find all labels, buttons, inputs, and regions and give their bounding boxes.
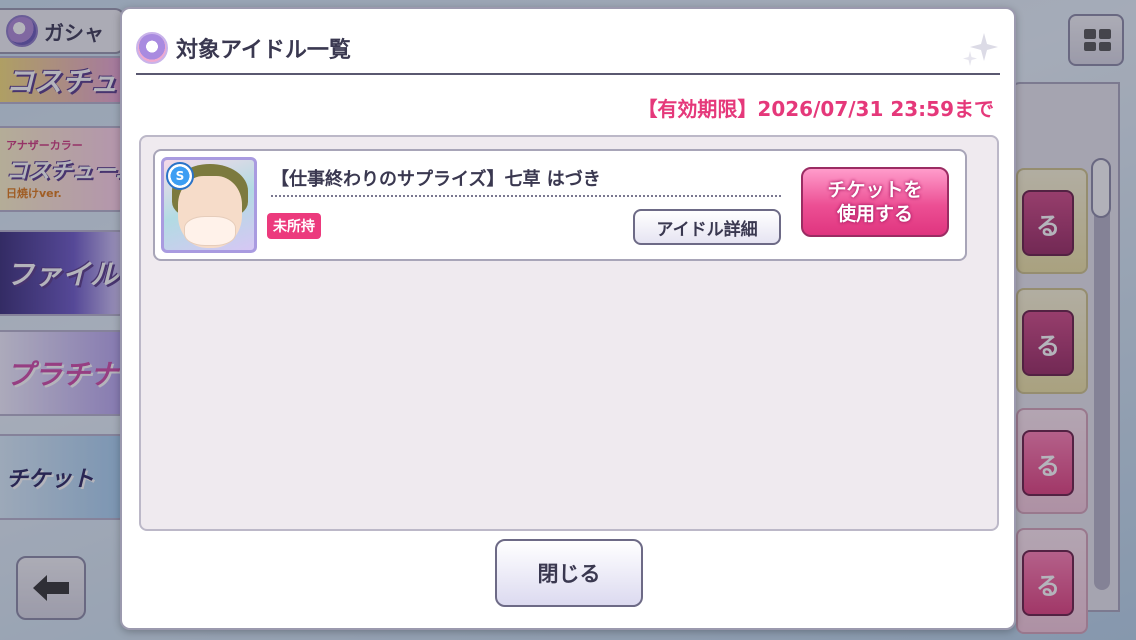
idol-list-item: S 【仕事終わりのサプライズ】七草 はづき 未所持 アイドル詳細 チケットを 使… bbox=[153, 149, 967, 261]
idol-name: 【仕事終わりのサプライズ】七草 はづき bbox=[271, 163, 781, 197]
use-ticket-button[interactable]: チケットを 使用する bbox=[801, 167, 949, 237]
dialog-title: 対象アイドル一覧 bbox=[176, 38, 351, 63]
idol-detail-button[interactable]: アイドル詳細 bbox=[633, 209, 781, 245]
use-ticket-label-line1: チケットを bbox=[827, 179, 923, 201]
ownership-status-badge: 未所持 bbox=[267, 213, 321, 239]
rarity-badge: S bbox=[166, 162, 194, 190]
close-button[interactable]: 閉じる bbox=[495, 539, 643, 607]
dialog-header: 対象アイドル一覧 bbox=[136, 23, 1000, 75]
idol-list: S 【仕事終わりのサプライズ】七草 はづき 未所持 アイドル詳細 チケットを 使… bbox=[139, 135, 999, 531]
sparkle-icon bbox=[963, 33, 998, 66]
expiry-deadline: 【有効期限】2026/07/31 23:59まで bbox=[637, 97, 994, 121]
idol-thumbnail[interactable]: S bbox=[161, 157, 257, 253]
gacha-emblem-icon bbox=[136, 32, 168, 64]
idol-portrait-hands bbox=[184, 216, 236, 246]
target-idol-list-dialog: 対象アイドル一覧 【有効期限】2026/07/31 23:59まで S 【仕事終… bbox=[120, 7, 1016, 630]
use-ticket-label-line2: 使用する bbox=[836, 203, 913, 225]
